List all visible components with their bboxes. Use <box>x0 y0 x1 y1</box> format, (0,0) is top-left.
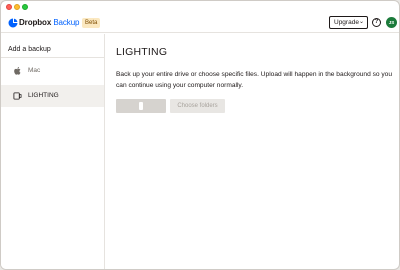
title-bar <box>1 1 399 13</box>
upgrade-button[interactable]: Upgrade ⌄ <box>329 16 368 29</box>
chevron-down-icon: ⌄ <box>358 19 364 25</box>
brand-title: Dropbox Backup <box>19 18 80 28</box>
minimize-window-button[interactable] <box>14 4 20 10</box>
backup-description: Back up your entire drive or choose spec… <box>116 71 392 89</box>
sidebar: Add a backup Mac LIGHTING <box>1 34 105 269</box>
app-header: Dropbox Backup Beta Upgrade ⌄ ? JS <box>1 13 399 33</box>
avatar[interactable]: JS <box>386 17 397 28</box>
maximize-window-button[interactable] <box>22 4 28 10</box>
dropbox-logo-icon <box>8 18 18 28</box>
sidebar-item-label: Mac <box>28 67 41 74</box>
sidebar-item-lighting[interactable]: LIGHTING <box>1 85 104 107</box>
external-drive-icon <box>13 92 22 100</box>
choose-folders-button[interactable]: Choose folders <box>170 99 225 113</box>
sidebar-item-mac[interactable]: Mac <box>1 60 104 82</box>
brand-name: Dropbox <box>19 18 52 27</box>
sidebar-divider <box>1 57 104 58</box>
apple-icon <box>14 66 21 75</box>
sidebar-title: Add a backup <box>8 46 51 53</box>
help-icon[interactable]: ? <box>372 18 381 27</box>
app-window: Dropbox Backup Beta Upgrade ⌄ ? JS Add a… <box>0 0 400 270</box>
product-name: Backup <box>53 18 80 27</box>
upgrade-label: Upgrade <box>334 19 359 26</box>
sidebar-item-label: LIGHTING <box>28 92 59 99</box>
beta-badge: Beta <box>82 18 101 28</box>
cursor-indicator <box>139 102 143 110</box>
back-up-drive-button[interactable] <box>116 99 166 113</box>
close-window-button[interactable] <box>6 4 12 10</box>
page-title: LIGHTING <box>116 46 168 58</box>
main-panel: LIGHTING Back up your entire drive or ch… <box>105 34 399 269</box>
